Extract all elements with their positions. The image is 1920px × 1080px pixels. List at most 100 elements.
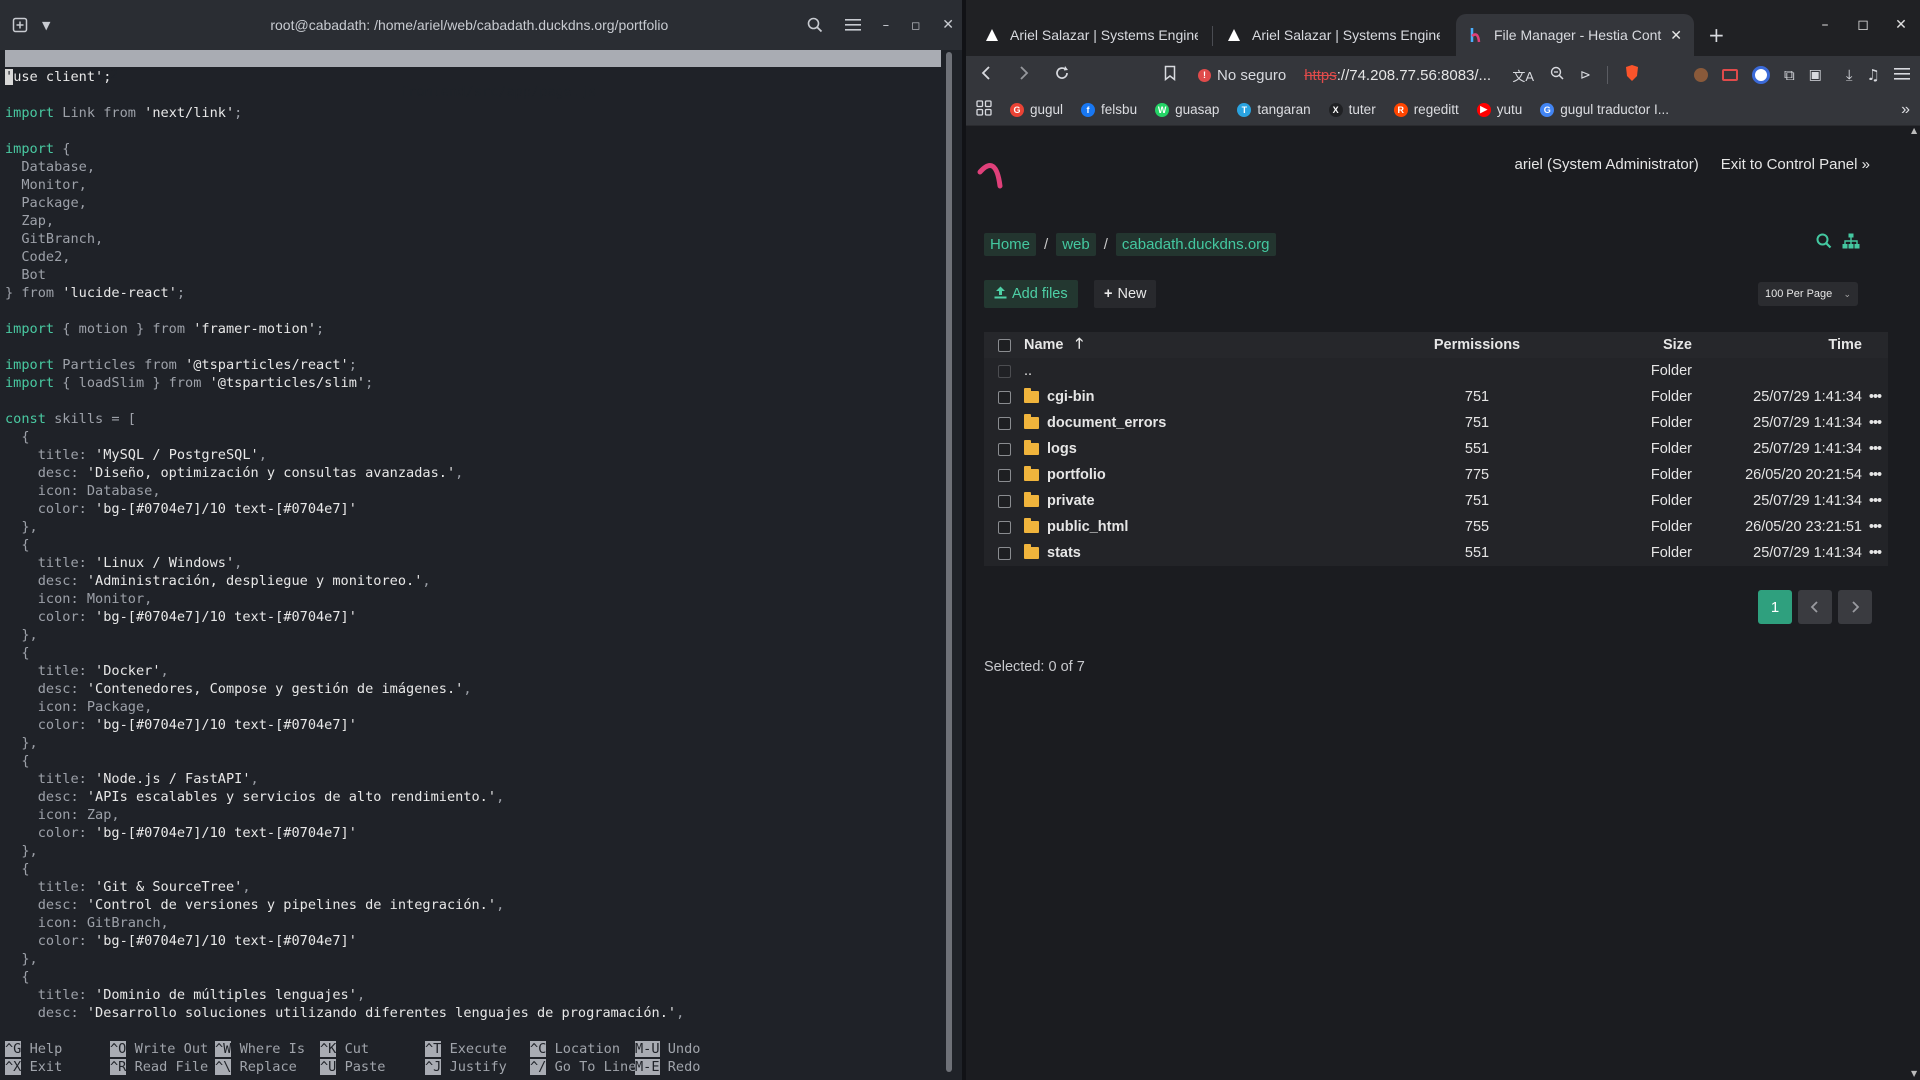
row-more-icon[interactable]: ••• bbox=[1862, 519, 1888, 535]
back-icon[interactable] bbox=[976, 65, 996, 86]
table-row[interactable]: document_errors 751 Folder 25/07/29 1:41:34… bbox=[984, 410, 1888, 436]
page-1-button[interactable]: 1 bbox=[1758, 590, 1792, 624]
insecure-indicator[interactable]: ! No seguro bbox=[1198, 67, 1286, 84]
table-row[interactable]: logs 551 Folder 25/07/29 1:41:34 ••• bbox=[984, 436, 1888, 462]
row-more-icon[interactable]: ••• bbox=[1862, 545, 1888, 561]
close-icon[interactable]: ✕ bbox=[942, 18, 954, 32]
extension-cast-icon[interactable] bbox=[1721, 69, 1738, 81]
new-button[interactable]: + New bbox=[1094, 280, 1157, 308]
row-checkbox[interactable] bbox=[997, 546, 1011, 560]
add-files-button[interactable]: Add files bbox=[984, 280, 1078, 308]
browser-scrollbar[interactable]: ▲ ▼ bbox=[1910, 126, 1920, 1080]
parent-dir-name: .. bbox=[1024, 363, 1033, 379]
translate-icon[interactable]: 文A bbox=[1512, 66, 1534, 85]
hamburger-menu-icon[interactable] bbox=[844, 18, 861, 32]
next-page-button[interactable] bbox=[1838, 590, 1872, 624]
download-icon[interactable]: ⤓ bbox=[1846, 66, 1853, 84]
bookmark-regeditt[interactable]: Rregeditt bbox=[1393, 102, 1459, 117]
sitemap-icon[interactable] bbox=[1842, 233, 1860, 253]
code-line: }, bbox=[5, 735, 38, 751]
browser-tab-1[interactable]: Ariel Salazar | Systems Enginee bbox=[972, 14, 1213, 56]
exit-control-panel-link[interactable]: Exit to Control Panel » bbox=[1721, 156, 1870, 173]
folder-icon bbox=[1024, 492, 1039, 507]
column-time-header[interactable]: Time bbox=[1692, 337, 1862, 353]
search-icon[interactable] bbox=[1816, 233, 1832, 253]
file-name[interactable]: public_html bbox=[1047, 519, 1128, 535]
close-icon[interactable]: ✕ bbox=[1882, 10, 1920, 40]
row-checkbox[interactable] bbox=[997, 520, 1011, 534]
per-page-select[interactable]: 100 Per Page ⌄ bbox=[1758, 282, 1858, 306]
brave-shield-icon[interactable] bbox=[1624, 64, 1640, 86]
triangle-icon bbox=[984, 27, 1000, 43]
new-tab-icon[interactable] bbox=[12, 17, 28, 33]
apps-grid-icon[interactable] bbox=[976, 100, 992, 119]
bookmark-icon[interactable] bbox=[1160, 65, 1180, 86]
file-name[interactable]: private bbox=[1047, 493, 1095, 509]
send-icon[interactable]: ⊳ bbox=[1580, 67, 1591, 83]
file-name[interactable]: logs bbox=[1047, 441, 1077, 457]
row-checkbox[interactable] bbox=[997, 416, 1011, 430]
maximize-icon[interactable]: ◻ bbox=[911, 20, 920, 31]
user-label[interactable]: ariel (System Administrator) bbox=[1515, 156, 1699, 173]
column-name-header[interactable]: Name 🡑 bbox=[1024, 333, 1412, 358]
breadcrumb-web[interactable]: web bbox=[1056, 233, 1096, 256]
row-more-icon[interactable]: ••• bbox=[1862, 415, 1888, 431]
file-name[interactable]: cgi-bin bbox=[1047, 389, 1095, 405]
reload-icon[interactable] bbox=[1052, 65, 1072, 86]
breadcrumb-domain[interactable]: cabadath.duckdns.org bbox=[1115, 233, 1276, 256]
code-editor[interactable]: 'use client'; import Link from 'next/link… bbox=[5, 68, 941, 1034]
wallet-icon[interactable]: ▣ bbox=[1809, 67, 1822, 83]
extension-circle-icon[interactable] bbox=[1751, 66, 1770, 84]
bookmark-yutu[interactable]: ▶ yutu bbox=[1476, 102, 1522, 117]
select-all-checkbox[interactable] bbox=[997, 338, 1011, 352]
row-checkbox[interactable] bbox=[997, 442, 1011, 456]
table-row[interactable]: stats 551 Folder 25/07/29 1:41:34 ••• bbox=[984, 540, 1888, 566]
row-more-icon[interactable]: ••• bbox=[1862, 493, 1888, 509]
new-tab-plus-icon[interactable]: + bbox=[1708, 14, 1725, 56]
maximize-icon[interactable]: ◻ bbox=[1844, 10, 1882, 40]
bookmark-gugul[interactable]: Ggugul traductor I... bbox=[1540, 102, 1669, 117]
row-checkbox[interactable] bbox=[997, 494, 1011, 508]
zoom-icon[interactable] bbox=[1550, 66, 1564, 84]
bookmarks-overflow-icon[interactable]: » bbox=[1901, 101, 1910, 119]
minimize-icon[interactable]: – bbox=[883, 19, 890, 32]
search-icon[interactable] bbox=[807, 17, 823, 33]
chevron-down-icon[interactable]: ▼ bbox=[42, 20, 50, 31]
table-row[interactable]: private 751 Folder 25/07/29 1:41:34 ••• bbox=[984, 488, 1888, 514]
minimize-icon[interactable]: – bbox=[1806, 10, 1844, 40]
bookmark-tangaran[interactable]: Ttangaran bbox=[1237, 102, 1311, 117]
menu-icon[interactable] bbox=[1894, 66, 1910, 85]
prev-page-button[interactable] bbox=[1798, 590, 1832, 624]
table-row[interactable]: portfolio 775 Folder 26/05/20 20:21:54 ••• bbox=[984, 462, 1888, 488]
browser-tab-3-active[interactable]: File Manager - Hestia Contr ✕ bbox=[1456, 14, 1694, 56]
url-field[interactable]: ! No seguro https://74.208.77.56:8083/..… bbox=[1198, 59, 1640, 91]
bookmark-tuter[interactable]: Xtuter bbox=[1328, 102, 1376, 117]
forward-icon[interactable] bbox=[1014, 65, 1034, 86]
bookmark-felsbu[interactable]: f felsbu bbox=[1081, 102, 1137, 117]
code-line: { bbox=[5, 537, 30, 553]
bookmarks-bar: Ggugul f felsbu Wguasap Ttangaran Xtuter Rrege… bbox=[966, 94, 1920, 126]
terminal-scrollbar[interactable] bbox=[944, 50, 954, 1080]
file-name[interactable]: document_errors bbox=[1047, 415, 1166, 431]
browser-tab-2[interactable]: Ariel Salazar | Systems Enginee bbox=[1214, 14, 1452, 56]
column-permissions-header[interactable]: Permissions bbox=[1412, 337, 1542, 353]
column-size-header[interactable]: Size bbox=[1542, 337, 1692, 353]
row-checkbox[interactable] bbox=[997, 468, 1011, 482]
row-more-icon[interactable]: ••• bbox=[1862, 441, 1888, 457]
row-more-icon[interactable]: ••• bbox=[1862, 467, 1888, 483]
media-icon[interactable]: ♫ bbox=[1867, 66, 1880, 84]
table-row[interactable]: public_html 755 Folder 26/05/20 23:21:51 ••• bbox=[984, 514, 1888, 540]
parent-directory-row[interactable]: .. Folder bbox=[984, 358, 1888, 384]
bookmark-guasap[interactable]: Wguasap bbox=[1155, 102, 1219, 117]
close-tab-icon[interactable]: ✕ bbox=[1670, 27, 1682, 44]
row-checkbox[interactable] bbox=[997, 390, 1011, 404]
breadcrumb-home[interactable]: Home bbox=[984, 233, 1037, 256]
table-row[interactable]: cgi-bin 751 Folder 25/07/29 1:41:34 ••• bbox=[984, 384, 1888, 410]
row-more-icon[interactable]: ••• bbox=[1862, 389, 1888, 405]
bookmark-gugul[interactable]: Ggugul bbox=[1010, 102, 1063, 117]
file-name[interactable]: portfolio bbox=[1047, 467, 1106, 483]
hestia-logo[interactable] bbox=[972, 141, 1008, 190]
extension-cookie-icon[interactable] bbox=[1693, 68, 1708, 82]
extensions-puzzle-icon[interactable]: ⧉ bbox=[1784, 66, 1795, 84]
file-name[interactable]: stats bbox=[1047, 545, 1081, 561]
